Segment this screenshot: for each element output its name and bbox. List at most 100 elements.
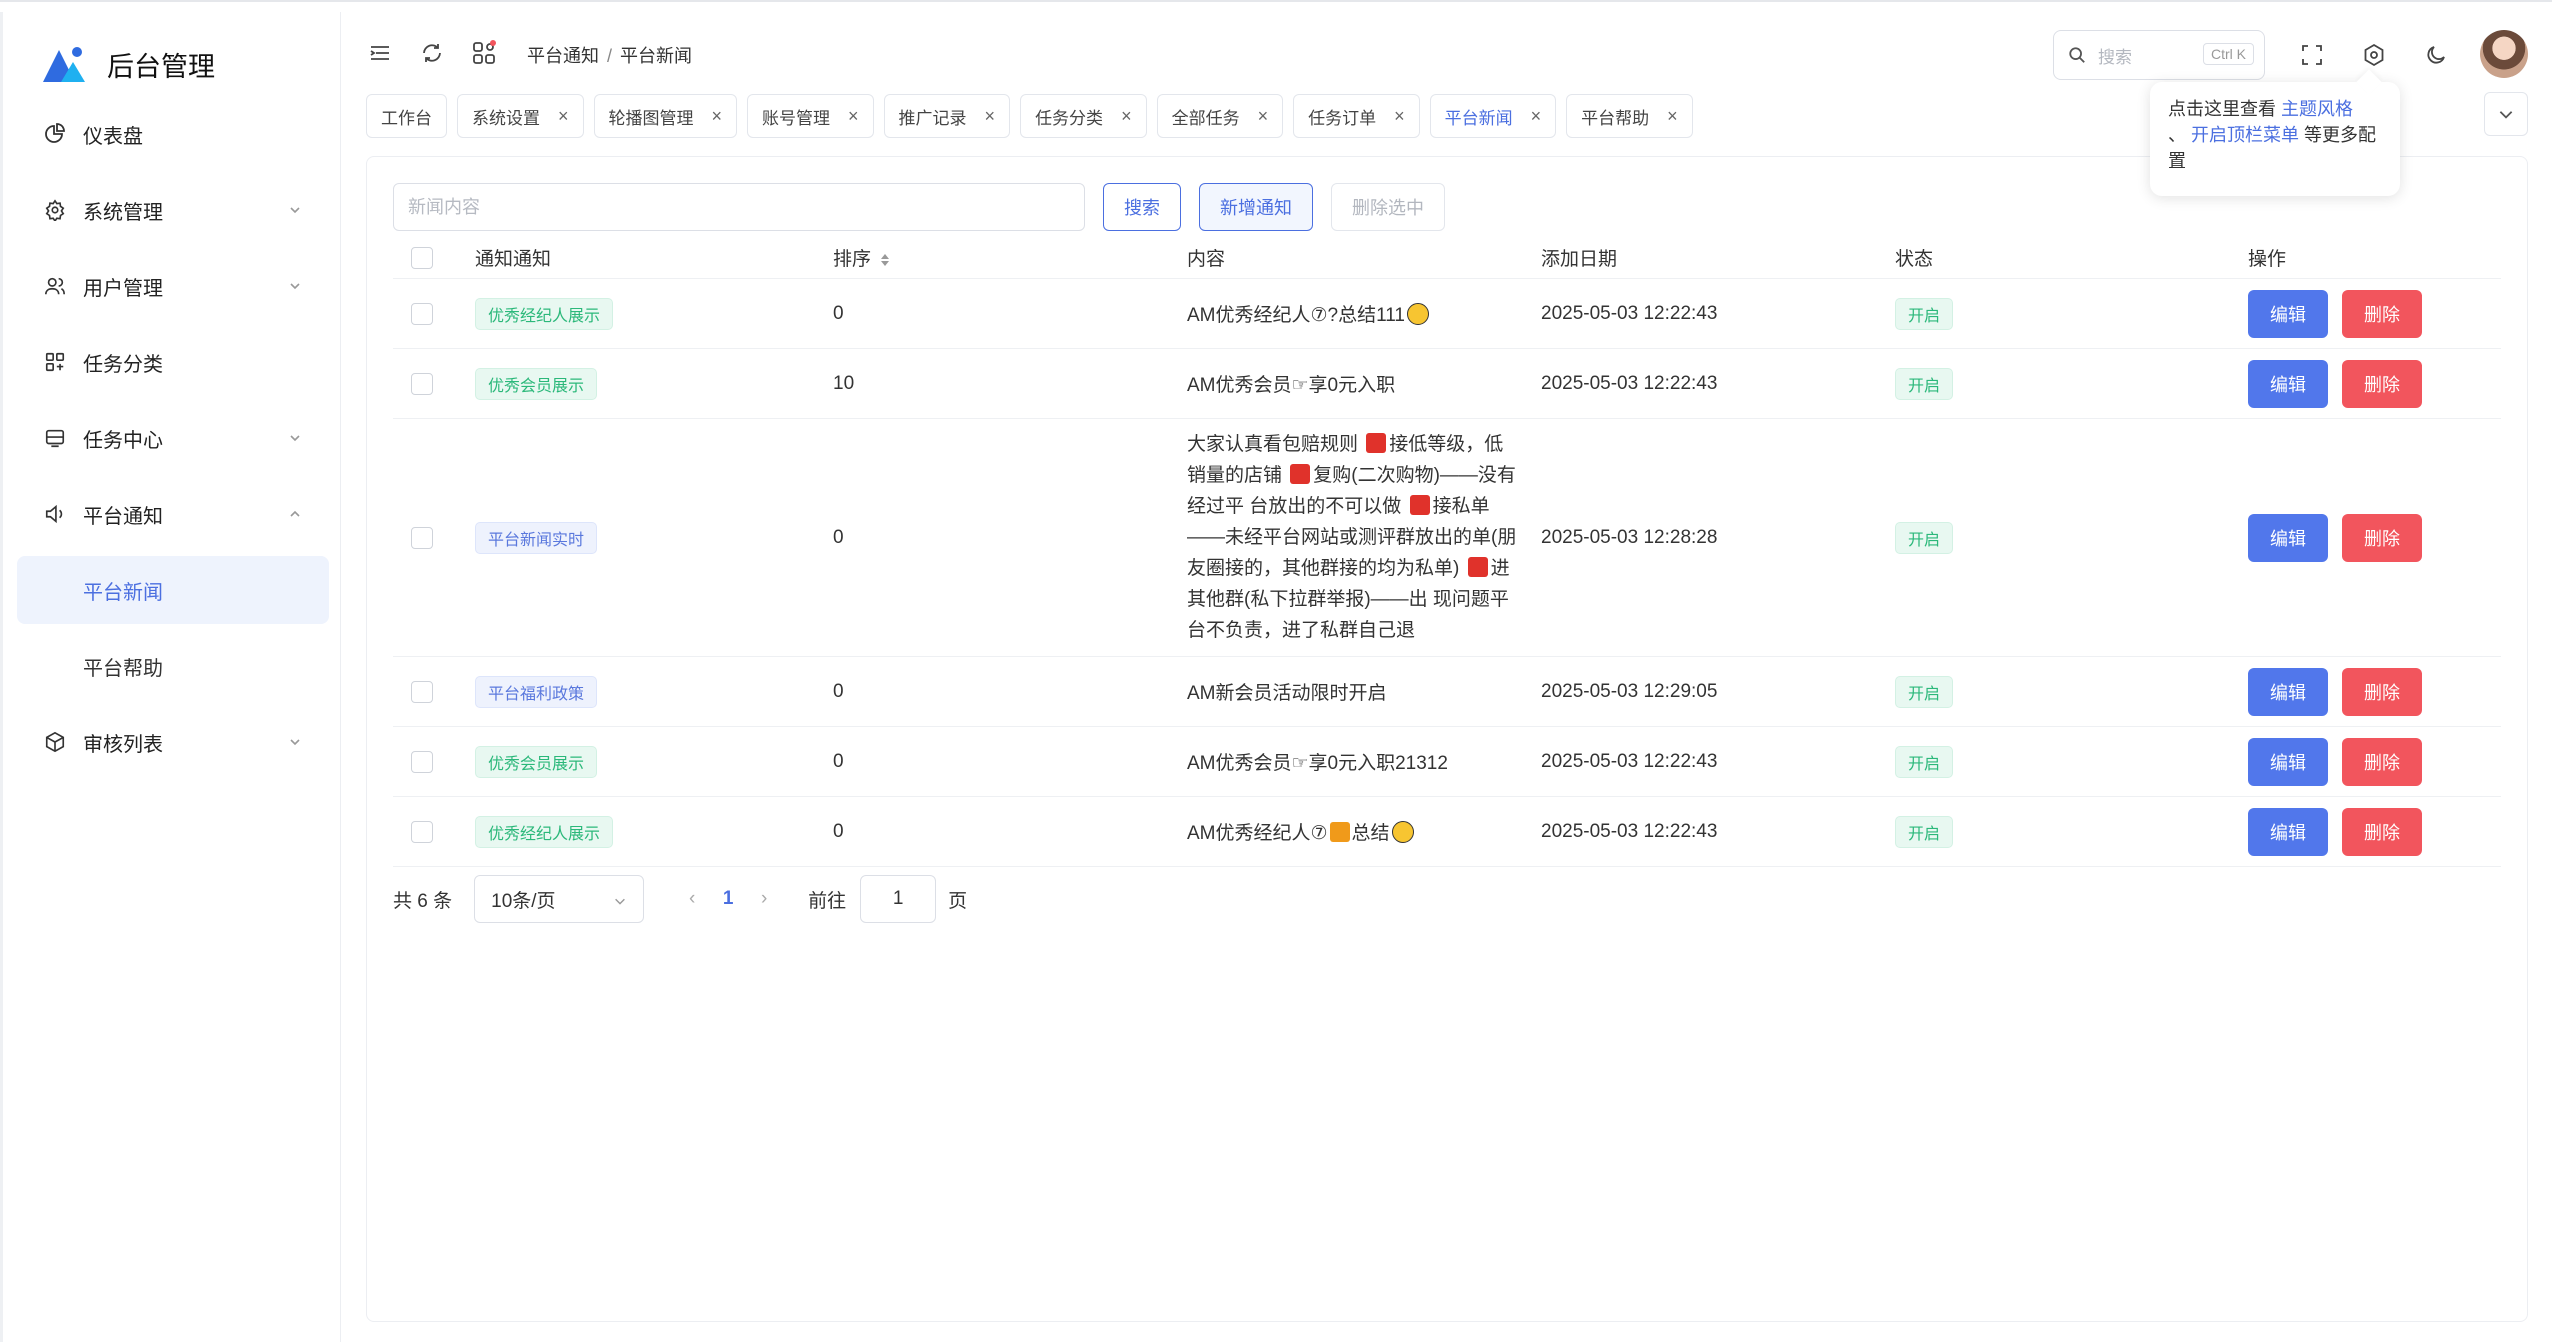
tabs-more-button[interactable] xyxy=(2484,92,2528,136)
category-tag: 优秀会员展示 xyxy=(475,367,598,400)
delete-selected-button[interactable]: 删除选中 xyxy=(1331,183,1445,231)
delete-button[interactable]: 删除 xyxy=(2342,359,2422,408)
tab-banner-management[interactable]: 轮播图管理 × xyxy=(593,94,738,138)
sort-value: 0 xyxy=(833,750,844,772)
close-icon[interactable]: × xyxy=(1667,106,1678,127)
prev-page-button[interactable]: ‹ xyxy=(678,888,706,910)
tab-account-management[interactable]: 账号管理 × xyxy=(747,94,874,138)
close-icon[interactable]: × xyxy=(985,106,996,127)
tab-workbench[interactable]: 工作台 xyxy=(366,94,447,138)
goto-page-input[interactable] xyxy=(860,875,937,923)
tab-all-tasks[interactable]: 全部任务 × xyxy=(1156,94,1284,138)
edit-button[interactable]: 编辑 xyxy=(2248,667,2328,716)
next-page-button[interactable]: › xyxy=(750,888,778,910)
close-icon[interactable]: × xyxy=(1121,106,1132,127)
date-cell: 2025-05-03 12:22:43 xyxy=(1541,750,1718,772)
top-menu-link[interactable]: 开启顶栏菜单 xyxy=(2191,125,2299,145)
sidebar-item-label: 平台通知 xyxy=(83,505,163,528)
sidebar-item-task-category[interactable]: 任务分类 xyxy=(3,324,341,400)
global-search[interactable]: 搜索 Ctrl K xyxy=(2053,30,2265,80)
avatar[interactable] xyxy=(2480,30,2528,78)
edit-button[interactable]: 编辑 xyxy=(2248,807,2328,856)
theme-style-link[interactable]: 主题风格 xyxy=(2281,99,2353,119)
red-square-emoji-icon xyxy=(1366,433,1387,453)
date-cell: 2025-05-03 12:28:28 xyxy=(1541,526,1718,548)
status-badge: 开启 xyxy=(1895,367,1954,400)
date-cell: 2025-05-03 12:29:05 xyxy=(1541,680,1718,702)
add-notice-button[interactable]: 新增通知 xyxy=(1199,183,1313,231)
row-checkbox[interactable] xyxy=(411,680,433,703)
date-cell: 2025-05-03 12:22:43 xyxy=(1541,820,1718,842)
delete-button[interactable]: 删除 xyxy=(2342,737,2422,786)
close-icon[interactable]: × xyxy=(1394,106,1405,127)
close-icon[interactable]: × xyxy=(712,106,723,127)
chevron-down-icon xyxy=(290,739,300,746)
tab-platform-help[interactable]: 平台帮助 × xyxy=(1566,94,1693,138)
sidebar-item-review-list[interactable]: 审核列表 xyxy=(3,704,341,780)
sidebar-item-label: 用户管理 xyxy=(83,277,163,300)
refresh-icon[interactable] xyxy=(417,38,447,68)
category-tag: 优秀经纪人展示 xyxy=(475,297,614,330)
delete-button[interactable]: 删除 xyxy=(2342,667,2422,716)
logo-icon xyxy=(41,44,89,84)
sidebar-item-users[interactable]: 用户管理 xyxy=(3,248,341,324)
row-checkbox[interactable] xyxy=(411,302,433,325)
news-content-input[interactable] xyxy=(393,183,1085,231)
sidebar-subitem-platform-help[interactable]: 平台帮助 xyxy=(3,628,341,704)
status-badge: 开启 xyxy=(1895,297,1954,330)
tab-platform-news[interactable]: 平台新闻 × xyxy=(1429,94,1557,138)
tab-task-category[interactable]: 任务分类 × xyxy=(1020,94,1147,138)
close-icon[interactable]: × xyxy=(1531,106,1542,127)
sort-value: 0 xyxy=(833,680,844,702)
toolbar: 搜索 新增通知 删除选中 xyxy=(393,183,1445,231)
speaker-icon xyxy=(43,502,67,526)
sidebar-item-label: 审核列表 xyxy=(83,733,163,756)
chevron-up-icon xyxy=(290,510,300,517)
app-title: 后台管理 xyxy=(107,51,215,82)
sidebar-item-task-center[interactable]: 任务中心 xyxy=(3,400,341,476)
tab-task-orders[interactable]: 任务订单 × xyxy=(1293,94,1420,138)
select-all-checkbox[interactable] xyxy=(411,246,433,269)
chevron-down-icon xyxy=(290,283,300,290)
menu-fold-icon[interactable] xyxy=(365,38,395,68)
delete-button[interactable]: 删除 xyxy=(2342,513,2422,562)
row-checkbox[interactable] xyxy=(411,372,433,395)
row-checkbox[interactable] xyxy=(411,750,433,773)
column-header-content: 内容 xyxy=(1187,249,1226,270)
table-header: 通知通知 排序 内容 添加日期 状态 操作 xyxy=(393,237,2501,279)
fullscreen-icon[interactable] xyxy=(2297,40,2327,70)
breadcrumb-item[interactable]: 平台通知 xyxy=(527,46,599,66)
sidebar-item-platform-notice[interactable]: 平台通知 xyxy=(3,476,341,552)
tab-promotion-records[interactable]: 推广记录 × xyxy=(883,94,1011,138)
page-number-current[interactable]: 1 xyxy=(706,888,750,910)
delete-button[interactable]: 删除 xyxy=(2342,807,2422,856)
close-icon[interactable]: × xyxy=(558,106,569,127)
red-square-emoji-icon xyxy=(1409,495,1430,515)
sidebar-item-system[interactable]: 系统管理 xyxy=(3,172,341,248)
sidebar: 后台管理 仪表盘 系统管理 用户管理 任务分类 任务中心 平台通知 平台新闻 平… xyxy=(0,12,341,1342)
delete-button[interactable]: 删除 xyxy=(2342,289,2422,338)
column-header-status: 状态 xyxy=(1895,249,1934,270)
column-header-sort[interactable]: 排序 xyxy=(833,244,1187,271)
settings-icon[interactable] xyxy=(2359,40,2389,70)
dark-mode-icon[interactable] xyxy=(2421,40,2451,70)
content-cell: 大家认真看包赔规则 接低等级，低销量的店铺 复购(二次购物)——没有经过平 台放… xyxy=(1187,433,1517,641)
edit-button[interactable]: 编辑 xyxy=(2248,289,2328,338)
column-header-date: 添加日期 xyxy=(1541,249,1618,270)
edit-button[interactable]: 编辑 xyxy=(2248,359,2328,408)
row-checkbox[interactable] xyxy=(411,820,433,843)
sidebar-subitem-platform-news[interactable]: 平台新闻 xyxy=(17,556,329,624)
page-size-select[interactable]: 10条/页 xyxy=(474,875,645,923)
row-checkbox[interactable] xyxy=(411,526,433,549)
edit-button[interactable]: 编辑 xyxy=(2248,737,2328,786)
chevron-down-icon xyxy=(290,207,300,214)
close-icon[interactable]: × xyxy=(848,106,859,127)
news-table: 通知通知 排序 内容 添加日期 状态 操作 优秀经纪人展示 0 AM优秀经纪人⑦… xyxy=(393,237,2501,867)
close-icon[interactable]: × xyxy=(1258,106,1269,127)
sidebar-item-dashboard[interactable]: 仪表盘 xyxy=(3,96,341,172)
tab-system-settings[interactable]: 系统设置 × xyxy=(457,94,584,138)
apps-icon[interactable] xyxy=(469,38,499,68)
edit-button[interactable]: 编辑 xyxy=(2248,513,2328,562)
logo[interactable]: 后台管理 xyxy=(41,36,215,92)
search-button[interactable]: 搜索 xyxy=(1103,183,1181,231)
